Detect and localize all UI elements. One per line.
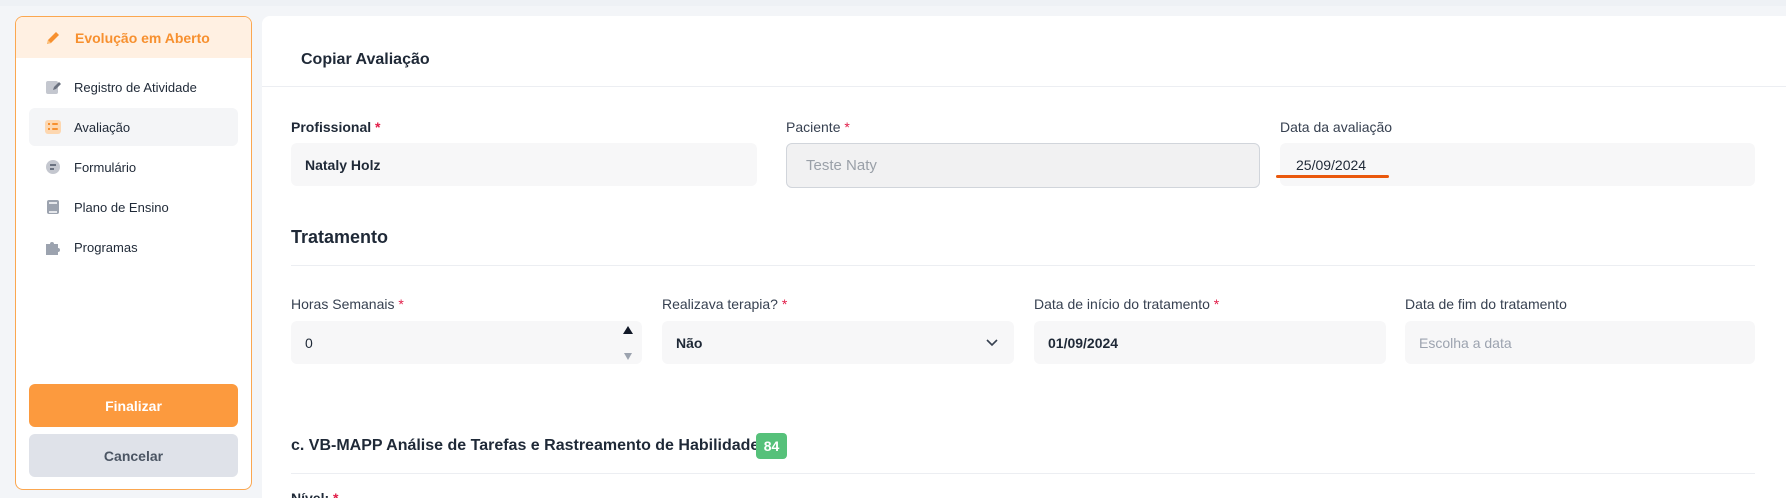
title-divider [262,86,1786,87]
profissional-field[interactable]: Nataly Holz [291,143,757,186]
data-inicio-label: Data de início do tratamento * [1034,296,1219,312]
sidebar-menu: Registro de Atividade Avaliação Formulár… [16,58,251,266]
horas-semanais-value: 0 [305,334,313,351]
horas-semanais-label-text: Horas Semanais [291,296,395,312]
date-focus-underline [1276,175,1389,178]
pencil-icon [44,29,62,47]
sidebar-item-registro-atividade[interactable]: Registro de Atividade [29,68,238,106]
finalize-button[interactable]: Finalizar [29,384,238,427]
horas-semanais-input[interactable]: 0 [291,321,642,364]
required-marker: * [398,296,404,312]
cancel-button[interactable]: Cancelar [29,434,238,477]
document-edit-icon [44,78,62,96]
page-title: Copiar Avaliação [301,51,430,68]
count-badge: 84 [756,433,787,459]
book-icon [44,198,62,216]
puzzle-icon [44,238,62,256]
sidebar-item-label: Programas [74,239,138,255]
paciente-field: Teste Naty [786,143,1260,188]
required-marker: * [333,490,339,498]
data-fim-label: Data de fim do tratamento [1405,296,1567,312]
required-marker: * [781,296,788,312]
vbmapp-title: c. VB-MAPP Análise de Tarefas e Rastream… [291,437,769,454]
data-avaliacao-value: 25/09/2024 [1296,156,1367,173]
top-strip [0,0,1786,6]
sidebar-item-formulario[interactable]: Formulário [29,148,238,186]
sidebar-item-programas[interactable]: Programas [29,228,238,266]
sidebar-item-label: Registro de Atividade [74,79,197,95]
tratamento-divider [291,265,1755,266]
chevron-down-icon [986,335,998,347]
profissional-value: Nataly Holz [305,156,381,173]
data-inicio-value: 01/09/2024 [1048,334,1119,351]
vbmapp-divider [291,473,1755,474]
horas-semanais-label: Horas Semanais * [291,296,404,312]
sidebar-item-label: Formulário [74,159,137,175]
increment-arrow-icon[interactable] [623,326,633,334]
data-fim-field[interactable]: Escolha a data [1405,321,1755,364]
profissional-label-text: Profissional [291,119,372,135]
tratamento-title: Tratamento [291,227,389,247]
sidebar-item-label: Avaliação [74,119,131,135]
nivel-label-text: Nível: [291,490,330,498]
data-avaliacao-label-text: Data da avaliação [1280,119,1393,135]
paciente-value: Teste Naty [806,157,877,174]
number-spinner[interactable] [622,326,634,360]
sidebar-item-avaliacao[interactable]: Avaliação [29,108,238,146]
realizava-terapia-select[interactable]: Não [662,321,1014,364]
sidebar-header[interactable]: Evolução em Aberto [16,17,251,58]
realizava-terapia-label-text: Realizava terapia? [662,296,778,312]
sidebar-item-label: Plano de Ensino [74,199,169,215]
paciente-label: Paciente * [786,119,850,135]
data-fim-label-text: Data de fim do tratamento [1405,296,1567,312]
data-avaliacao-field[interactable]: 25/09/2024 [1280,143,1755,186]
data-inicio-field[interactable]: 01/09/2024 [1034,321,1386,364]
paciente-label-text: Paciente [786,119,841,135]
data-inicio-label-text: Data de início do tratamento [1034,296,1210,312]
data-avaliacao-label: Data da avaliação [1280,119,1392,135]
form-icon [44,158,62,176]
required-marker: * [844,119,850,135]
sidebar: Evolução em Aberto Registro de Atividade… [15,16,252,490]
realizava-terapia-label: Realizava terapia? * [662,296,787,312]
checklist-icon [44,118,62,136]
decrement-arrow-icon[interactable] [624,353,632,360]
profissional-label: Profissional * [291,119,380,135]
sidebar-header-label: Evolução em Aberto [75,29,210,46]
main-card: Copiar Avaliação Profissional * Nataly H… [262,16,1786,498]
nivel-label: Nível: * [291,490,338,498]
sidebar-item-plano-ensino[interactable]: Plano de Ensino [29,188,238,226]
data-fim-placeholder: Escolha a data [1419,334,1512,351]
required-marker: * [1213,296,1220,312]
required-marker: * [375,119,381,135]
realizava-terapia-value: Não [676,334,703,351]
